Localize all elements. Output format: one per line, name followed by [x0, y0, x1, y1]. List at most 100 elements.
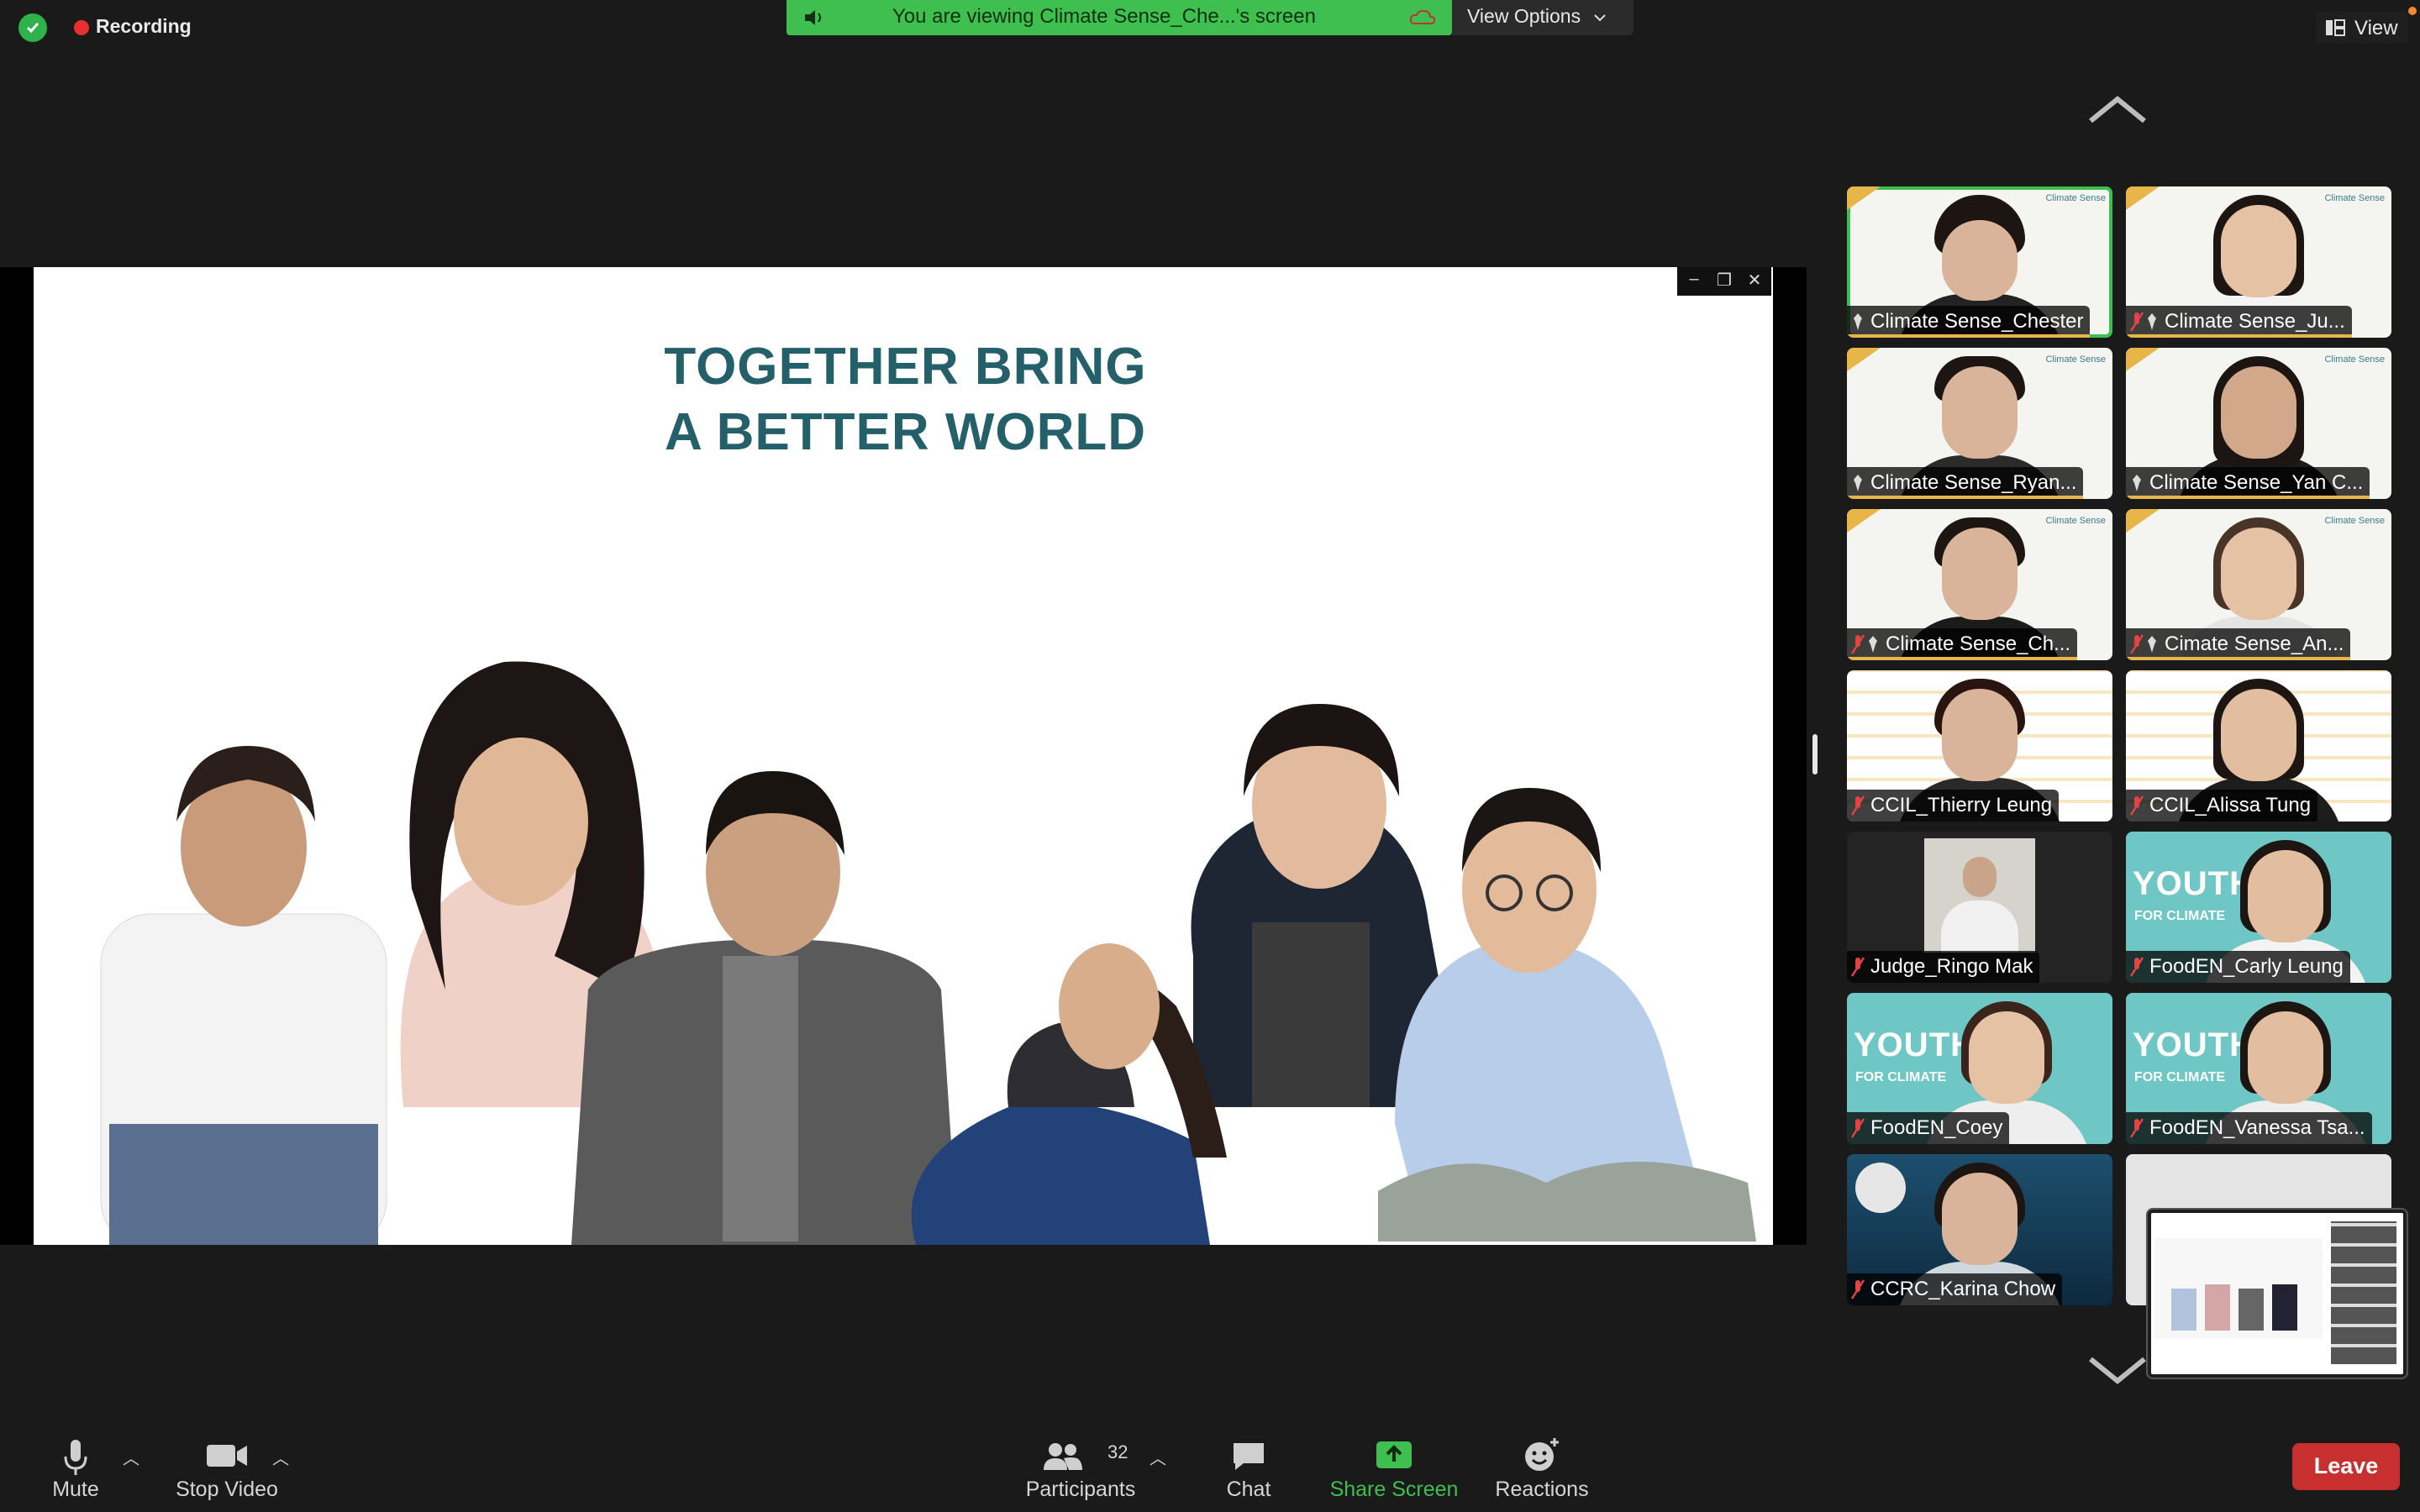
- participant-name: FoodEN_Carly Leung: [2149, 955, 2344, 978]
- chat-button[interactable]: Chat: [1215, 1421, 1282, 1512]
- participant-tile[interactable]: CCRC_Karina Chow: [1847, 1154, 2112, 1305]
- reactions-smiley-icon: [1525, 1438, 1559, 1471]
- share-screen-label: Share Screen: [1329, 1478, 1459, 1501]
- brand-corner: [1847, 186, 1881, 210]
- security-shield-icon[interactable]: [18, 13, 47, 42]
- participant-tile[interactable]: Climate Sense Climate Sense_Yan C...: [2126, 348, 2391, 499]
- person-1: [100, 746, 387, 1245]
- participant-tile[interactable]: Climate Sense Climate Sense_Ryan...: [1847, 348, 2112, 499]
- climate-sense-badge: Climate Sense: [2324, 354, 2385, 365]
- participant-name: FoodEN_Vanessa Tsa...: [2149, 1116, 2365, 1139]
- participant-name: Climate Sense_Yan C...: [2149, 471, 2364, 494]
- restore-icon[interactable]: ❐: [1709, 270, 1739, 291]
- slide-title: TOGETHER BRING A BETTER WORLD: [34, 334, 1773, 465]
- participants-options-chevron-icon[interactable]: ︿: [1150, 1445, 1166, 1469]
- self-view-thumbnail[interactable]: [2148, 1210, 2407, 1378]
- stop-video-button[interactable]: Stop Video: [168, 1421, 286, 1512]
- mute-options-chevron-icon[interactable]: ︿: [123, 1445, 139, 1469]
- mute-button[interactable]: Mute: [34, 1421, 118, 1512]
- cloud-icon: [1409, 9, 1436, 25]
- muted-mic-icon: [1850, 795, 1865, 816]
- climate-sense-badge: Climate Sense: [2045, 354, 2106, 365]
- participant-name: Climate Sense_Ju...: [2165, 310, 2345, 333]
- participant-tile[interactable]: Climate Sense Climate Sense_Ch...: [1847, 509, 2112, 660]
- youth-banner-text: YOUTH: [1854, 1026, 1975, 1063]
- youth-banner-sub: FOR CLIMATE: [1855, 1070, 1947, 1084]
- view-button[interactable]: View: [2316, 12, 2408, 44]
- video-camera-icon: [207, 1445, 247, 1467]
- youth-banner-text: YOUTH: [2133, 1026, 2254, 1063]
- leave-button[interactable]: Leave: [2292, 1443, 2400, 1490]
- screen-share-banner: You are viewing Climate Sense_Che...'s s…: [786, 0, 1452, 35]
- pin-icon: [2148, 636, 2156, 653]
- shared-slide: TOGETHER BRING A BETTER WORLD: [34, 267, 1773, 1245]
- person-5: [911, 943, 1227, 1245]
- reactions-button[interactable]: Reactions: [1487, 1421, 1597, 1512]
- stop-video-label: Stop Video: [176, 1478, 278, 1501]
- participant-tile[interactable]: CCIL_Alissa Tung: [2126, 670, 2391, 822]
- team-photo: [100, 661, 1756, 1245]
- pin-icon: [1869, 636, 1877, 653]
- participant-name: CCIL_Thierry Leung: [1870, 794, 2053, 816]
- participant-name: Cimate Sense_An...: [2165, 633, 2344, 655]
- climate-sense-badge: Climate Sense: [2045, 516, 2106, 526]
- participant-name: Climate Sense_Ch...: [1886, 633, 2071, 655]
- participant-tile[interactable]: Climate Sense Climate Sense_Ju...: [2126, 186, 2391, 338]
- participant-name: CCRC_Karina Chow: [1870, 1278, 2056, 1300]
- slide-title-line1: TOGETHER BRING: [664, 338, 1147, 396]
- share-screen-icon: [1376, 1441, 1412, 1468]
- participant-name: Climate Sense_Ryan...: [1870, 471, 2077, 494]
- participant-name: Climate Sense_Chester: [1870, 310, 2084, 333]
- participant-tile[interactable]: Climate Sense Cimate Sense_An...: [2126, 509, 2391, 660]
- leave-label: Leave: [2313, 1453, 2379, 1478]
- view-options-button[interactable]: View Options: [1452, 0, 1634, 35]
- participant-tile[interactable]: Judge_Ringo Mak: [1847, 832, 2112, 983]
- gallery-scroll-up-icon[interactable]: [2087, 92, 2148, 126]
- participants-button[interactable]: 32 Participants: [1022, 1421, 1139, 1512]
- pin-icon: [1854, 475, 1862, 491]
- participant-tile[interactable]: YOUTH FOR CLIMATE FoodEN_Vanessa Tsa...: [2126, 993, 2391, 1144]
- participant-tile[interactable]: Climate Sense Climate Sense_Chester: [1847, 186, 2112, 338]
- participants-label: Participants: [1025, 1478, 1136, 1501]
- climate-sense-badge: Climate Sense: [2045, 193, 2106, 203]
- window-controls: – ❐ ✕: [1677, 267, 1771, 296]
- participants-count: 32: [1107, 1441, 1128, 1462]
- youth-banner-sub: FOR CLIMATE: [2134, 1070, 2226, 1084]
- notification-dot-icon: [2408, 7, 2417, 15]
- participant-name: FoodEN_Coey: [1870, 1116, 2003, 1139]
- gallery-scroll-down-icon[interactable]: [2087, 1354, 2148, 1388]
- chat-label: Chat: [1226, 1478, 1271, 1501]
- speaker-icon: [805, 10, 821, 25]
- mute-label: Mute: [52, 1478, 99, 1501]
- split-resize-handle[interactable]: [1812, 734, 1818, 774]
- thumbnail-gallery: [2331, 1221, 2396, 1364]
- view-options-label: View Options: [1467, 5, 1581, 27]
- close-icon[interactable]: ✕: [1739, 270, 1770, 291]
- climate-sense-badge: Climate Sense: [2324, 516, 2385, 526]
- participant-name: CCIL_Alissa Tung: [2149, 794, 2312, 816]
- chevron-down-icon: [1594, 14, 1606, 22]
- youth-banner-sub: FOR CLIMATE: [2134, 909, 2226, 923]
- muted-mic-icon: [2129, 312, 2144, 332]
- view-label: View: [2354, 17, 2398, 39]
- participant-tile[interactable]: YOUTH FOR CLIMATE FoodEN_Carly Leung: [2126, 832, 2391, 983]
- participant-name: Judge_Ringo Mak: [1870, 955, 2033, 978]
- ccrc-logo: [1855, 1163, 1906, 1213]
- minimize-icon[interactable]: –: [1679, 270, 1709, 289]
- share-screen-button[interactable]: Share Screen: [1323, 1421, 1465, 1512]
- participant-tile[interactable]: YOUTH FOR CLIMATE FoodEN_Coey: [1847, 993, 2112, 1144]
- youth-banner-text: YOUTH: [2133, 865, 2254, 902]
- video-options-chevron-icon[interactable]: ︿: [272, 1445, 289, 1469]
- meeting-toolbar: Mute ︿ Stop Video ︿ 32 Participants ︿ Ch…: [0, 1421, 2420, 1512]
- reactions-label: Reactions: [1495, 1478, 1589, 1501]
- grid-view-icon: [2326, 19, 2345, 36]
- muted-mic-icon: [1850, 1279, 1865, 1299]
- muted-mic-icon: [2129, 634, 2144, 654]
- participant-tile[interactable]: CCIL_Thierry Leung: [1847, 670, 2112, 822]
- recording-label: Recording: [96, 15, 192, 37]
- recording-dot-icon: [74, 20, 89, 35]
- slide-title-line2: A BETTER WORLD: [664, 403, 1147, 461]
- microphone-icon: [64, 1440, 87, 1475]
- participants-icon: [1044, 1443, 1082, 1470]
- top-bar: Recording You are viewing Climate Sense_…: [0, 0, 2420, 54]
